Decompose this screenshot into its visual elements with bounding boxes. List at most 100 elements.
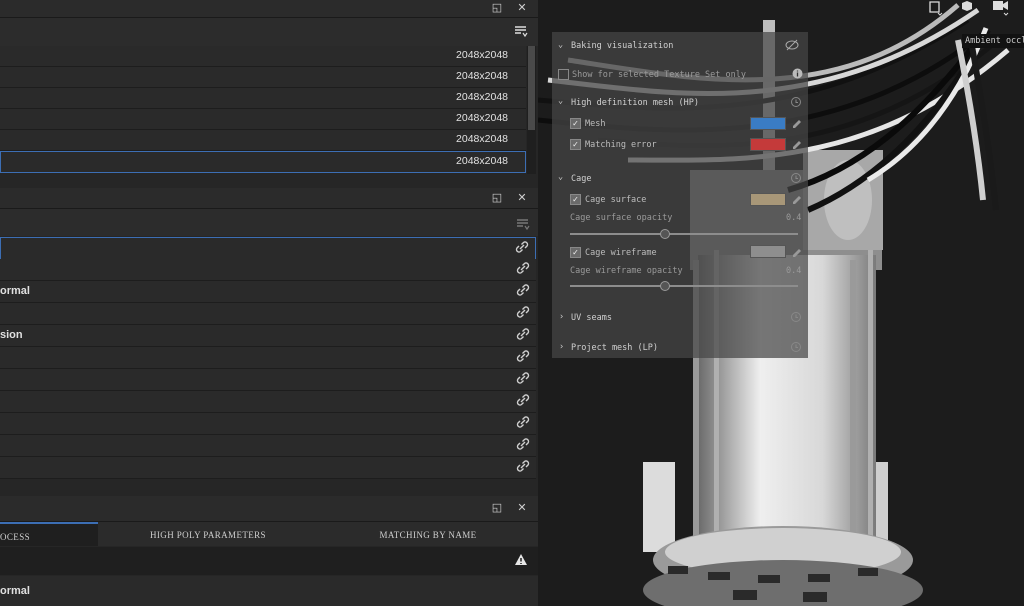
bake-map-row[interactable] (0, 413, 536, 435)
cage-surface-checkbox[interactable]: ✓ (570, 194, 581, 205)
cage-surface-opacity-slider[interactable] (570, 233, 798, 235)
texture-set-row[interactable]: 2048x2048 (0, 130, 526, 151)
tab-matching-by-name[interactable]: MATCHING BY NAME (338, 522, 518, 546)
bottom-map-row[interactable]: ormal (0, 576, 538, 606)
cage-wireframe-opacity-slider[interactable] (570, 285, 798, 287)
undock-icon[interactable]: ◱ (489, 500, 505, 516)
cage-wireframe-opacity-value[interactable]: 0.4 (786, 266, 801, 276)
bake-map-row[interactable] (0, 435, 536, 457)
scrollbar-thumb[interactable] (528, 46, 535, 130)
cage-wireframe-opacity-label: Cage wireframe opacity (570, 266, 683, 276)
baking-parameters-titlebar: ◱ ✕ (0, 496, 538, 522)
reset-icon[interactable] (790, 172, 802, 184)
resolution-label: 2048x2048 (456, 155, 508, 167)
texture-set-titlebar: ◱ ✕ (0, 0, 538, 18)
texture-set-row[interactable]: 2048x2048 (0, 46, 526, 67)
bake-map-row[interactable] (0, 391, 536, 413)
chevron-down-icon[interactable]: ⌄ (558, 172, 563, 182)
chevron-down-icon[interactable]: ⌄ (558, 40, 563, 50)
resolution-label: 2048x2048 (456, 49, 508, 61)
link-icon[interactable] (516, 371, 530, 385)
bake-map-row[interactable] (0, 457, 536, 479)
chevron-right-icon[interactable]: › (559, 342, 564, 352)
cage-wireframe-label: Cage wireframe (585, 248, 657, 258)
section-title: Cage (571, 174, 592, 184)
mesh-color-swatch[interactable] (750, 117, 786, 130)
mesh-label: Mesh (585, 119, 606, 129)
cage-surface-label: Cage surface (585, 195, 647, 205)
undock-icon[interactable]: ◱ (489, 190, 505, 206)
tooltip: Ambient occl (962, 34, 1024, 48)
bake-maps-titlebar: ◱ ✕ (0, 188, 538, 209)
bake-map-row[interactable] (0, 237, 536, 260)
cage-wireframe-color-swatch[interactable] (750, 245, 786, 258)
link-icon[interactable] (516, 261, 530, 275)
close-icon[interactable]: ✕ (514, 190, 530, 206)
map-label: ormal (0, 585, 30, 597)
list-filter-icon[interactable] (516, 217, 530, 231)
chevron-right-icon[interactable]: › (559, 312, 564, 322)
cage-surface-opacity-label: Cage surface opacity (570, 213, 673, 223)
bake-map-row[interactable] (0, 347, 536, 369)
tab-common-process[interactable]: OCESS (0, 522, 98, 546)
undock-icon[interactable]: ◱ (489, 0, 505, 16)
cage-surface-color-swatch[interactable] (750, 193, 786, 206)
bake-map-row[interactable]: sion (0, 325, 536, 347)
texture-set-toolbar (0, 18, 538, 46)
slider-knob[interactable] (660, 229, 670, 239)
link-icon[interactable] (516, 327, 530, 341)
chevron-down-icon[interactable]: ⌄ (558, 96, 563, 106)
close-icon[interactable]: ✕ (514, 0, 530, 16)
bake-maps-toolbar (0, 209, 538, 236)
cage-wireframe-checkbox[interactable]: ✓ (570, 247, 581, 258)
eyedropper-icon[interactable] (791, 245, 803, 257)
bake-map-row[interactable] (0, 369, 536, 391)
mesh-checkbox[interactable]: ✓ (570, 118, 581, 129)
reset-icon[interactable] (790, 96, 802, 108)
slider-knob[interactable] (660, 281, 670, 291)
resolution-label: 2048x2048 (456, 112, 508, 124)
warning-bar (0, 547, 538, 575)
link-icon[interactable] (516, 415, 530, 429)
resolution-label: 2048x2048 (456, 70, 508, 82)
bake-map-row[interactable] (0, 259, 536, 281)
baking-tabs: OCESS HIGH POLY PARAMETERS MATCHING BY N… (0, 522, 538, 546)
texture-set-row[interactable]: 2048x2048 (0, 67, 526, 88)
resolution-label: 2048x2048 (456, 91, 508, 103)
link-icon[interactable] (516, 349, 530, 363)
video-camera-icon[interactable] (992, 0, 1010, 16)
list-filter-icon[interactable] (514, 24, 528, 38)
eyedropper-icon[interactable] (791, 137, 803, 149)
close-icon[interactable]: ✕ (514, 500, 530, 516)
link-icon[interactable] (516, 305, 530, 319)
section-title: Baking visualization (571, 41, 674, 51)
bake-map-row[interactable]: ormal (0, 281, 536, 303)
camera-mode-icon[interactable] (960, 0, 976, 16)
texture-set-row[interactable]: 2048x2048 (0, 109, 526, 130)
map-label: ormal (0, 285, 30, 297)
reset-icon[interactable] (790, 341, 802, 353)
info-icon[interactable] (792, 68, 803, 79)
cage-surface-opacity-value[interactable]: 0.4 (786, 213, 801, 223)
view-icon[interactable] (928, 0, 944, 16)
warning-icon (515, 554, 527, 565)
matching-error-checkbox[interactable]: ✓ (570, 139, 581, 150)
show-selected-checkbox[interactable] (558, 69, 569, 80)
tab-high-poly-parameters[interactable]: HIGH POLY PARAMETERS (118, 522, 298, 546)
link-icon[interactable] (516, 437, 530, 451)
link-icon[interactable] (516, 283, 530, 297)
eye-hidden-icon[interactable] (785, 39, 799, 51)
eyedropper-icon[interactable] (791, 192, 803, 204)
link-icon[interactable] (516, 459, 530, 473)
texture-set-row[interactable]: 2048x2048 (0, 88, 526, 109)
left-panel: ◱ ✕ 2048x2048 2048x2048 2048x2048 2048x2… (0, 0, 538, 606)
reset-icon[interactable] (790, 311, 802, 323)
texture-set-scrollbar[interactable] (527, 46, 536, 174)
section-title: UV seams (571, 313, 612, 323)
eyedropper-icon[interactable] (791, 116, 803, 128)
matching-error-color-swatch[interactable] (750, 138, 786, 151)
texture-set-row-selected[interactable]: 2048x2048 (0, 151, 526, 173)
bake-map-row[interactable] (0, 303, 536, 325)
link-icon[interactable] (516, 393, 530, 407)
link-icon[interactable] (515, 240, 529, 254)
